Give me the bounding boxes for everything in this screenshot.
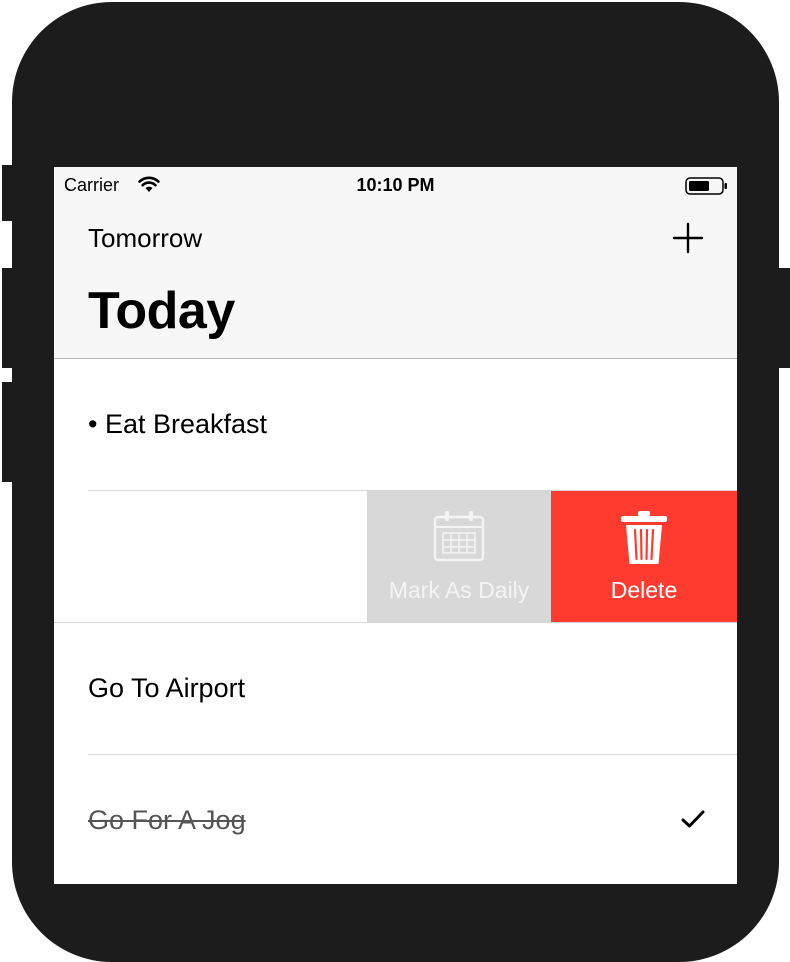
status-time: 10:10 PM [356, 175, 435, 195]
calendar-icon [433, 511, 485, 562]
task-label-completed: Go For A Jog [88, 805, 246, 835]
plus-icon[interactable] [671, 221, 705, 255]
battery-icon [685, 177, 729, 200]
task-list: • Eat Breakfast Mark As Daily Delete Go … [54, 359, 737, 884]
task-row[interactable]: • Eat Breakfast [54, 359, 737, 491]
task-row[interactable]: Go To Airport [54, 623, 737, 755]
back-button-tomorrow[interactable]: Tomorrow [88, 223, 202, 254]
task-label: • Eat Breakfast [88, 409, 268, 439]
mute-switch [2, 165, 16, 221]
volume-up-button [2, 268, 16, 368]
delete-button[interactable]: Delete [551, 491, 737, 622]
app-screen: Carrier 10:10 PM Tomorrow Today • Eat Br… [54, 167, 737, 884]
page-title: Today [88, 282, 235, 340]
navigation-bar: Tomorrow Today [54, 203, 737, 359]
task-row-swiped[interactable]: Mark As Daily Delete [54, 491, 737, 623]
status-bar: Carrier 10:10 PM [54, 167, 737, 203]
task-label: Go To Airport [88, 673, 246, 703]
volume-down-button [2, 382, 16, 482]
power-button [776, 268, 790, 368]
task-row-completed[interactable]: Go For A Jog [54, 755, 737, 884]
mark-as-daily-button[interactable]: Mark As Daily [367, 491, 551, 622]
mark-as-daily-label: Mark As Daily [388, 577, 530, 603]
trash-icon [621, 511, 667, 564]
delete-label: Delete [610, 577, 678, 603]
checkmark-icon [681, 809, 705, 829]
